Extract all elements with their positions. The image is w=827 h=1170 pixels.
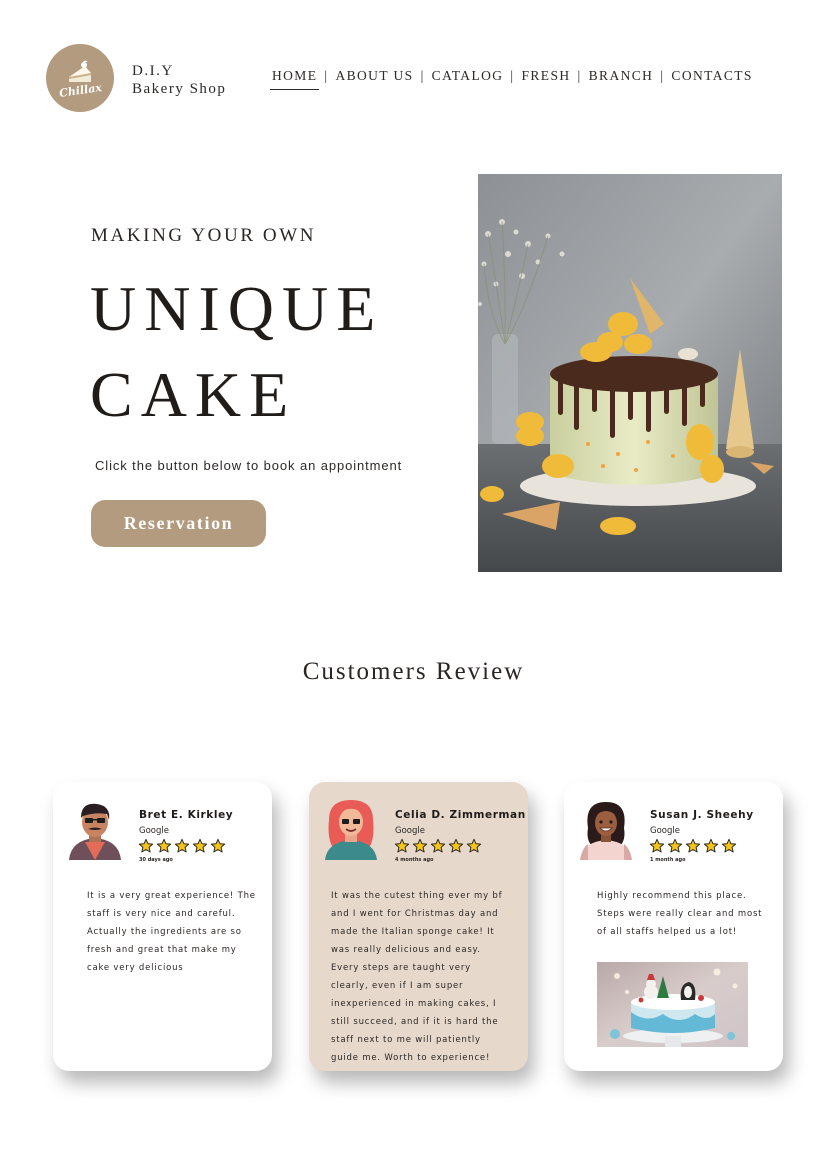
reviewer-name: Susan J. Sheehy	[650, 809, 754, 821]
brand-line-1: D.I.Y	[132, 63, 174, 79]
review-time: 30 days ago	[139, 857, 173, 863]
shop-logo[interactable]: Chillax	[46, 44, 114, 112]
nav-separator: |	[324, 68, 329, 83]
star-icon	[174, 838, 190, 853]
review-time: 4 months ago	[395, 857, 434, 863]
star-icon	[394, 838, 410, 853]
reservation-button[interactable]: Reservation	[91, 500, 266, 547]
nav-contacts[interactable]: CONTACTS	[671, 68, 752, 84]
star-icon	[649, 838, 665, 853]
star-icon	[210, 838, 226, 853]
hero-cake-photo	[478, 174, 782, 572]
star-icon	[721, 838, 737, 853]
nav-separator: |	[420, 68, 425, 83]
nav-separator: |	[577, 68, 582, 83]
star-icon	[466, 838, 482, 853]
nav-separator: |	[510, 68, 515, 83]
star-rating	[649, 838, 737, 854]
star-icon	[412, 838, 428, 853]
review-card: Bret E. Kirkley Google 30 days ago It is…	[53, 782, 272, 1071]
nav-separator: |	[660, 68, 665, 83]
review-text: It is a very great experience! The staff…	[87, 891, 256, 973]
avatar-woman-curly-icon	[580, 802, 632, 860]
star-icon	[430, 838, 446, 853]
hero-subtext: Click the button below to book an appoin…	[95, 458, 403, 473]
star-rating	[138, 838, 226, 854]
review-text: It was the cutest thing ever my bf and I…	[331, 891, 503, 1063]
star-icon	[703, 838, 719, 853]
reviewer-name: Celia D. Zimmerman	[395, 809, 526, 821]
reviews-title: Customers Review	[302, 658, 525, 685]
review-text: Highly recommend this place. Steps were …	[597, 891, 763, 937]
main-nav: HOME | ABOUT US | CATALOG | FRESH | BRAN…	[269, 68, 753, 90]
nav-home[interactable]: HOME	[269, 68, 320, 90]
brand-name: D.I.Y Bakery Shop	[132, 62, 226, 98]
hero-headline-line-2: CAKE	[90, 359, 297, 430]
nav-catalog[interactable]: CATALOG	[432, 68, 504, 84]
star-icon	[685, 838, 701, 853]
star-icon	[138, 838, 154, 853]
star-icon	[667, 838, 683, 853]
star-icon	[156, 838, 172, 853]
star-icon	[448, 838, 464, 853]
avatar-woman-icon	[325, 800, 377, 860]
reviewer-name: Bret E. Kirkley	[139, 809, 234, 821]
nav-branch[interactable]: BRANCH	[589, 68, 654, 84]
hero-kicker: MAKING YOUR OWN	[91, 225, 317, 246]
review-card: Celia D. Zimmerman Google 4 months ago I…	[309, 782, 528, 1071]
nav-about-us[interactable]: ABOUT US	[335, 68, 413, 84]
review-source: Google	[395, 826, 425, 836]
review-card: Susan J. Sheehy Google 1 month ago Highl…	[564, 782, 783, 1071]
brand-line-2: Bakery Shop	[132, 81, 227, 97]
review-time: 1 month ago	[650, 857, 686, 863]
avatar-man-icon	[69, 803, 121, 860]
hero-headline-line-1: UNIQUE	[90, 273, 384, 344]
review-source: Google	[650, 826, 680, 836]
review-cake-photo	[597, 962, 748, 1047]
nav-fresh[interactable]: FRESH	[522, 68, 571, 84]
star-icon	[192, 838, 208, 853]
star-rating	[394, 838, 482, 854]
review-source: Google	[139, 826, 169, 836]
